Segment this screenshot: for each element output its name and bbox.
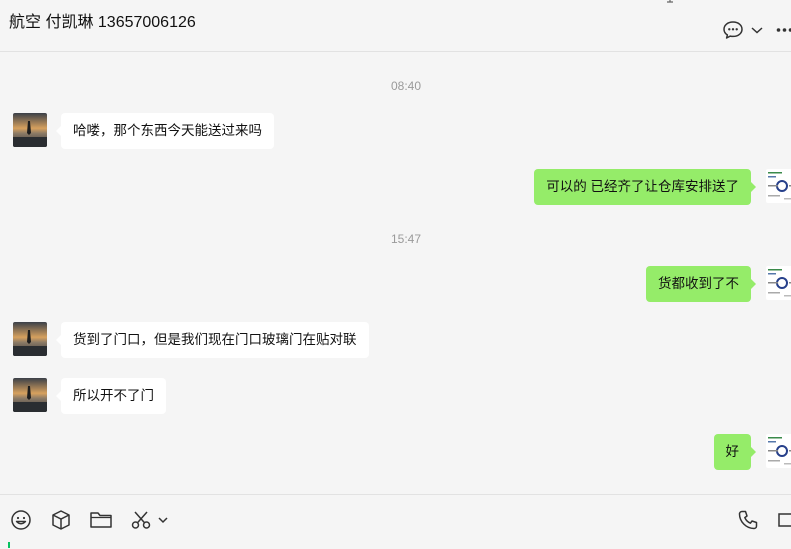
video-call-button[interactable]: [778, 509, 791, 531]
more-icon: [776, 28, 791, 32]
emoji-button[interactable]: [10, 509, 32, 531]
message-row: 所以开不了门: [0, 378, 791, 418]
outgoing-message[interactable]: 货都收到了不: [646, 266, 756, 302]
chevron-down-icon: [751, 27, 763, 34]
chevron-down-icon[interactable]: [157, 515, 169, 525]
message-row: 货都收到了不: [0, 266, 791, 306]
chat-bubble-icon: [723, 21, 743, 39]
more-button[interactable]: [776, 18, 791, 42]
outgoing-message[interactable]: 好: [713, 434, 756, 470]
message-row: 哈喽，那个东西今天能送过来吗: [0, 113, 791, 153]
message-row: 货到了门口，但是我们现在门口玻璃门在贴对联: [0, 322, 791, 362]
screenshot-button[interactable]: [130, 509, 169, 531]
voice-call-button[interactable]: [737, 509, 759, 531]
emoji-icon: [11, 510, 31, 530]
file-button[interactable]: [89, 509, 113, 531]
folder-icon: [90, 512, 112, 528]
outgoing-message[interactable]: 可以的 已经齐了让仓库安排送了: [534, 169, 756, 205]
message-time: 15:47: [390, 232, 422, 246]
input-toolbar: [0, 494, 791, 549]
message-row: 好: [0, 434, 791, 474]
chat-options-button[interactable]: [722, 18, 764, 42]
message-row: 可以的 已经齐了让仓库安排送了: [0, 169, 791, 209]
text-cursor: [8, 542, 10, 548]
avatar[interactable]: [766, 434, 791, 468]
phone-icon: [738, 510, 758, 530]
avatar[interactable]: [13, 113, 47, 147]
incoming-message[interactable]: 哈喽，那个东西今天能送过来吗: [56, 113, 274, 149]
message-list[interactable]: 08:40 哈喽，那个东西今天能送过来吗 可以的 已经齐了让仓库安排送了 15:…: [0, 52, 791, 494]
avatar[interactable]: [13, 322, 47, 356]
chat-header: 航空 付凯琳 13657006126: [0, 0, 791, 52]
pin-icon[interactable]: [664, 0, 676, 4]
avatar[interactable]: [766, 169, 791, 203]
incoming-message[interactable]: 所以开不了门: [56, 378, 166, 414]
avatar[interactable]: [13, 378, 47, 412]
incoming-message[interactable]: 货到了门口，但是我们现在门口玻璃门在贴对联: [56, 322, 369, 358]
package-icon: [52, 510, 70, 530]
favorites-button[interactable]: [50, 509, 72, 531]
scissors-icon: [131, 511, 151, 529]
chat-title: 航空 付凯琳 13657006126: [9, 14, 196, 31]
message-time: 08:40: [390, 79, 422, 93]
avatar[interactable]: [766, 266, 791, 300]
video-icon: [778, 513, 791, 527]
